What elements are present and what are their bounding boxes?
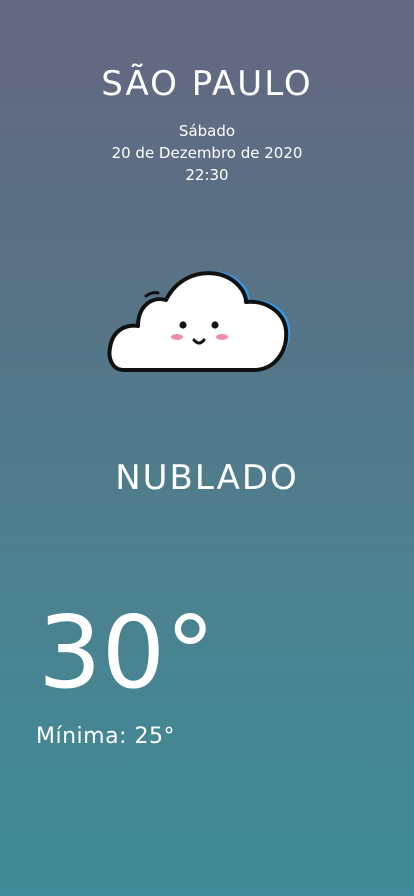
weather-condition: NUBLADO: [115, 458, 299, 498]
weekday-label: Sábado: [178, 122, 236, 140]
date-label: 20 de Dezembro de 2020: [111, 144, 303, 162]
date-time-block: Sábado 20 de Dezembro de 2020 22:30: [0, 120, 414, 186]
time-label: 22:30: [185, 166, 229, 184]
current-temperature: 30°: [38, 594, 216, 711]
cloud-icon: [107, 271, 290, 372]
min-temperature-value: 25°: [134, 724, 175, 749]
city-title: SÃO PAULO: [101, 64, 313, 104]
min-temperature-label: Mínima:: [36, 724, 127, 749]
min-temperature: Mínima: 25°: [36, 724, 175, 749]
